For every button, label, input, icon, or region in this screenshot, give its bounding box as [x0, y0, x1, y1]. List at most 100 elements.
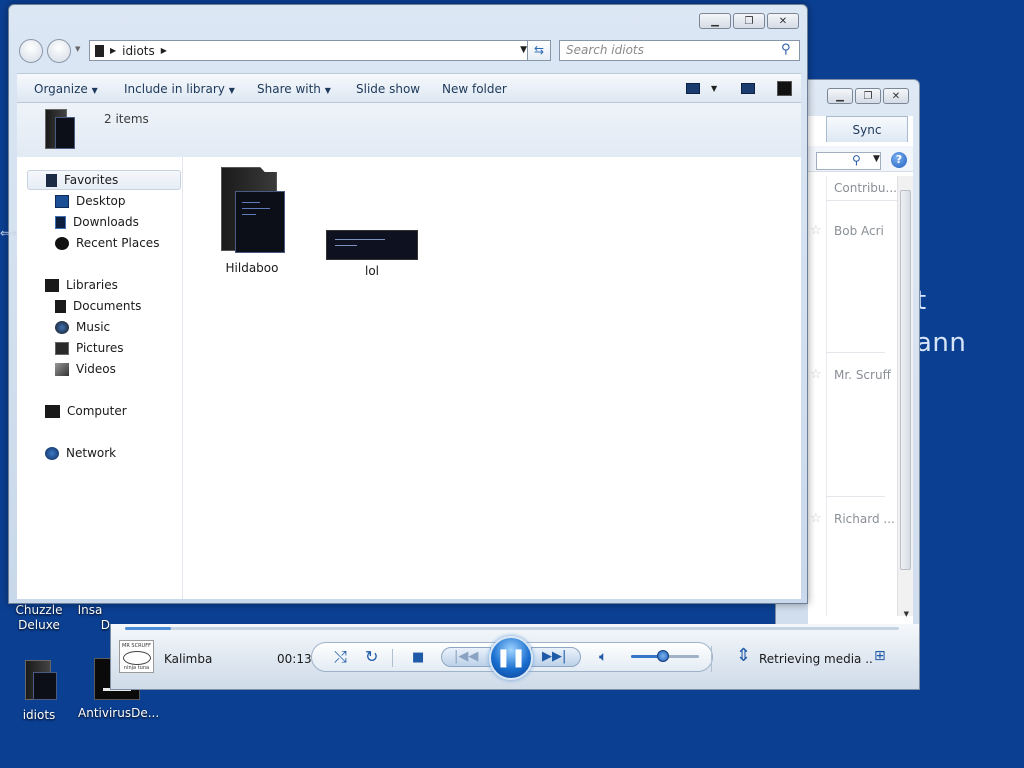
sync-status-icon[interactable]: ⇕ [736, 647, 751, 665]
media-player-search-input[interactable] [816, 152, 881, 170]
recent-pages-chevron-icon[interactable]: ▼ [75, 45, 80, 53]
album-art[interactable]: MR SCRUFF ninja tuna [119, 640, 154, 673]
folder-icon [19, 658, 59, 702]
address-dropdown-icon[interactable]: ▼ [520, 45, 527, 55]
close-button[interactable]: ✕ [883, 88, 909, 104]
preview-pane-icon[interactable] [741, 83, 755, 94]
nav-label: Network [66, 446, 117, 460]
minimize-button[interactable]: ▁ [699, 13, 731, 29]
search-icon[interactable]: ⚲ [852, 153, 861, 167]
desktop-icon-chuzzle[interactable]: Chuzzle Deluxe [0, 603, 78, 633]
back-button[interactable] [19, 39, 43, 63]
nav-documents[interactable]: Documents [55, 296, 141, 316]
close-button[interactable]: ✕ [767, 13, 799, 29]
nav-libraries[interactable]: Libraries [45, 275, 118, 295]
nav-pictures[interactable]: Pictures [55, 338, 124, 358]
nav-computer[interactable]: Computer [45, 401, 127, 421]
nav-favorites[interactable]: Favorites [27, 170, 181, 190]
column-header-contributing-artist[interactable]: Contribu... [834, 181, 897, 195]
album-art-graphic [122, 651, 151, 665]
pictures-icon [55, 341, 69, 355]
navigation-pane: Favorites Desktop Downloads Recent Place… [17, 157, 183, 599]
slide-show-button[interactable]: Slide show [356, 82, 420, 96]
maximize-button[interactable]: ❐ [733, 13, 765, 29]
nav-label: Favorites [64, 173, 119, 187]
help-icon[interactable] [777, 81, 792, 96]
nav-label: Recent Places [76, 236, 160, 250]
minimize-button[interactable]: ▁ [827, 88, 853, 104]
search-input[interactable]: Search idiots [559, 40, 800, 61]
pause-icon: ❚❚ [495, 647, 527, 668]
breadcrumb-folder[interactable]: idiots [122, 44, 155, 58]
list-item-artist[interactable]: Richard ... [834, 512, 895, 526]
rating-star-icon[interactable]: ☆ [810, 367, 822, 382]
album-art-title: MR SCRUFF [122, 643, 151, 649]
switch-to-library-icon[interactable]: ⊞ [874, 649, 886, 664]
folder-icon [95, 44, 104, 57]
shuffle-icon[interactable]: ⤭ [334, 649, 347, 665]
media-player-caption-buttons: ▁ ❐ ✕ [827, 88, 909, 104]
explorer-content: Favorites Desktop Downloads Recent Place… [17, 157, 801, 599]
libraries-icon [45, 278, 59, 292]
repeat-icon[interactable]: ↻ [365, 649, 378, 665]
nav-desktop[interactable]: Desktop [55, 191, 126, 211]
volume-slider-handle[interactable] [656, 650, 669, 662]
scrollbar-thumb[interactable] [900, 190, 911, 570]
refresh-button[interactable]: ⇆ [527, 40, 551, 61]
vertical-scrollbar[interactable] [897, 176, 913, 616]
desktop-icon-insa[interactable]: Insa D [70, 603, 110, 633]
scroll-down-arrow-icon[interactable]: ▼ [904, 610, 909, 618]
view-options-chevron-icon[interactable]: ▼ [711, 84, 717, 93]
rating-star-icon[interactable]: ☆ [810, 511, 822, 526]
organize-label: Organize [34, 82, 88, 96]
pause-button[interactable]: ❚❚ [489, 636, 533, 680]
list-item-artist[interactable]: Bob Acri [834, 224, 884, 238]
breadcrumb-separator-icon[interactable]: ▶ [161, 46, 167, 55]
file-item-folder[interactable]: Hildaboo [197, 167, 307, 275]
search-icon[interactable]: ⚲ [781, 42, 791, 57]
file-name: Hildaboo [225, 261, 279, 275]
next-button[interactable]: ▶▶| [531, 647, 581, 667]
nav-label: Music [76, 320, 111, 334]
nav-recent-places[interactable]: Recent Places [55, 233, 159, 253]
desktop-icon-label: AntivirusDe... [78, 706, 160, 720]
next-icon: ▶▶| [542, 649, 567, 664]
nav-downloads[interactable]: Downloads [55, 212, 139, 232]
nav-label: Documents [73, 299, 142, 313]
nav-music[interactable]: Music [55, 317, 110, 337]
desktop-icon-idiots[interactable]: idiots [0, 658, 78, 723]
nav-label: Downloads [73, 215, 139, 229]
maximize-icon: ❐ [744, 15, 754, 27]
forward-button[interactable] [47, 39, 71, 63]
row-separator [826, 496, 885, 497]
breadcrumb-separator-icon[interactable]: ▶ [110, 46, 116, 55]
address-bar[interactable]: ▶ idiots ▶ ▼ [89, 40, 532, 61]
chevron-down-icon: ▼ [324, 86, 331, 95]
chevron-down-icon: ▼ [91, 86, 98, 95]
include-in-library-menu[interactable]: Include in library ▼ [124, 82, 235, 96]
network-icon [45, 446, 59, 460]
computer-icon [45, 404, 60, 418]
change-view-icon[interactable] [686, 83, 700, 94]
divider [392, 649, 393, 667]
nav-network[interactable]: Network [45, 443, 116, 463]
help-icon[interactable]: ? [891, 152, 907, 168]
seek-bar[interactable] [125, 627, 899, 630]
nav-videos[interactable]: Videos [55, 359, 116, 379]
file-item-image[interactable]: lol [317, 167, 427, 278]
restore-button[interactable]: ❐ [855, 88, 881, 104]
stop-button[interactable]: ■ [412, 650, 424, 665]
previous-button[interactable]: |◀◀ [441, 647, 491, 667]
desktop-icon [55, 194, 69, 208]
chevron-down-icon[interactable]: ▼ [873, 154, 880, 164]
list-item-artist[interactable]: Mr. Scruff [834, 368, 891, 382]
folder-icon [217, 167, 287, 257]
media-list [808, 176, 897, 613]
share-with-label: Share with [257, 82, 321, 96]
rating-star-icon[interactable]: ☆ [810, 223, 822, 238]
new-folder-button[interactable]: New folder [442, 82, 507, 96]
tab-sync[interactable]: Sync [826, 116, 908, 142]
volume-icon[interactable]: 🔈︎ [599, 650, 607, 665]
organize-menu[interactable]: Organize ▼ [34, 82, 98, 96]
share-with-menu[interactable]: Share with ▼ [257, 82, 331, 96]
